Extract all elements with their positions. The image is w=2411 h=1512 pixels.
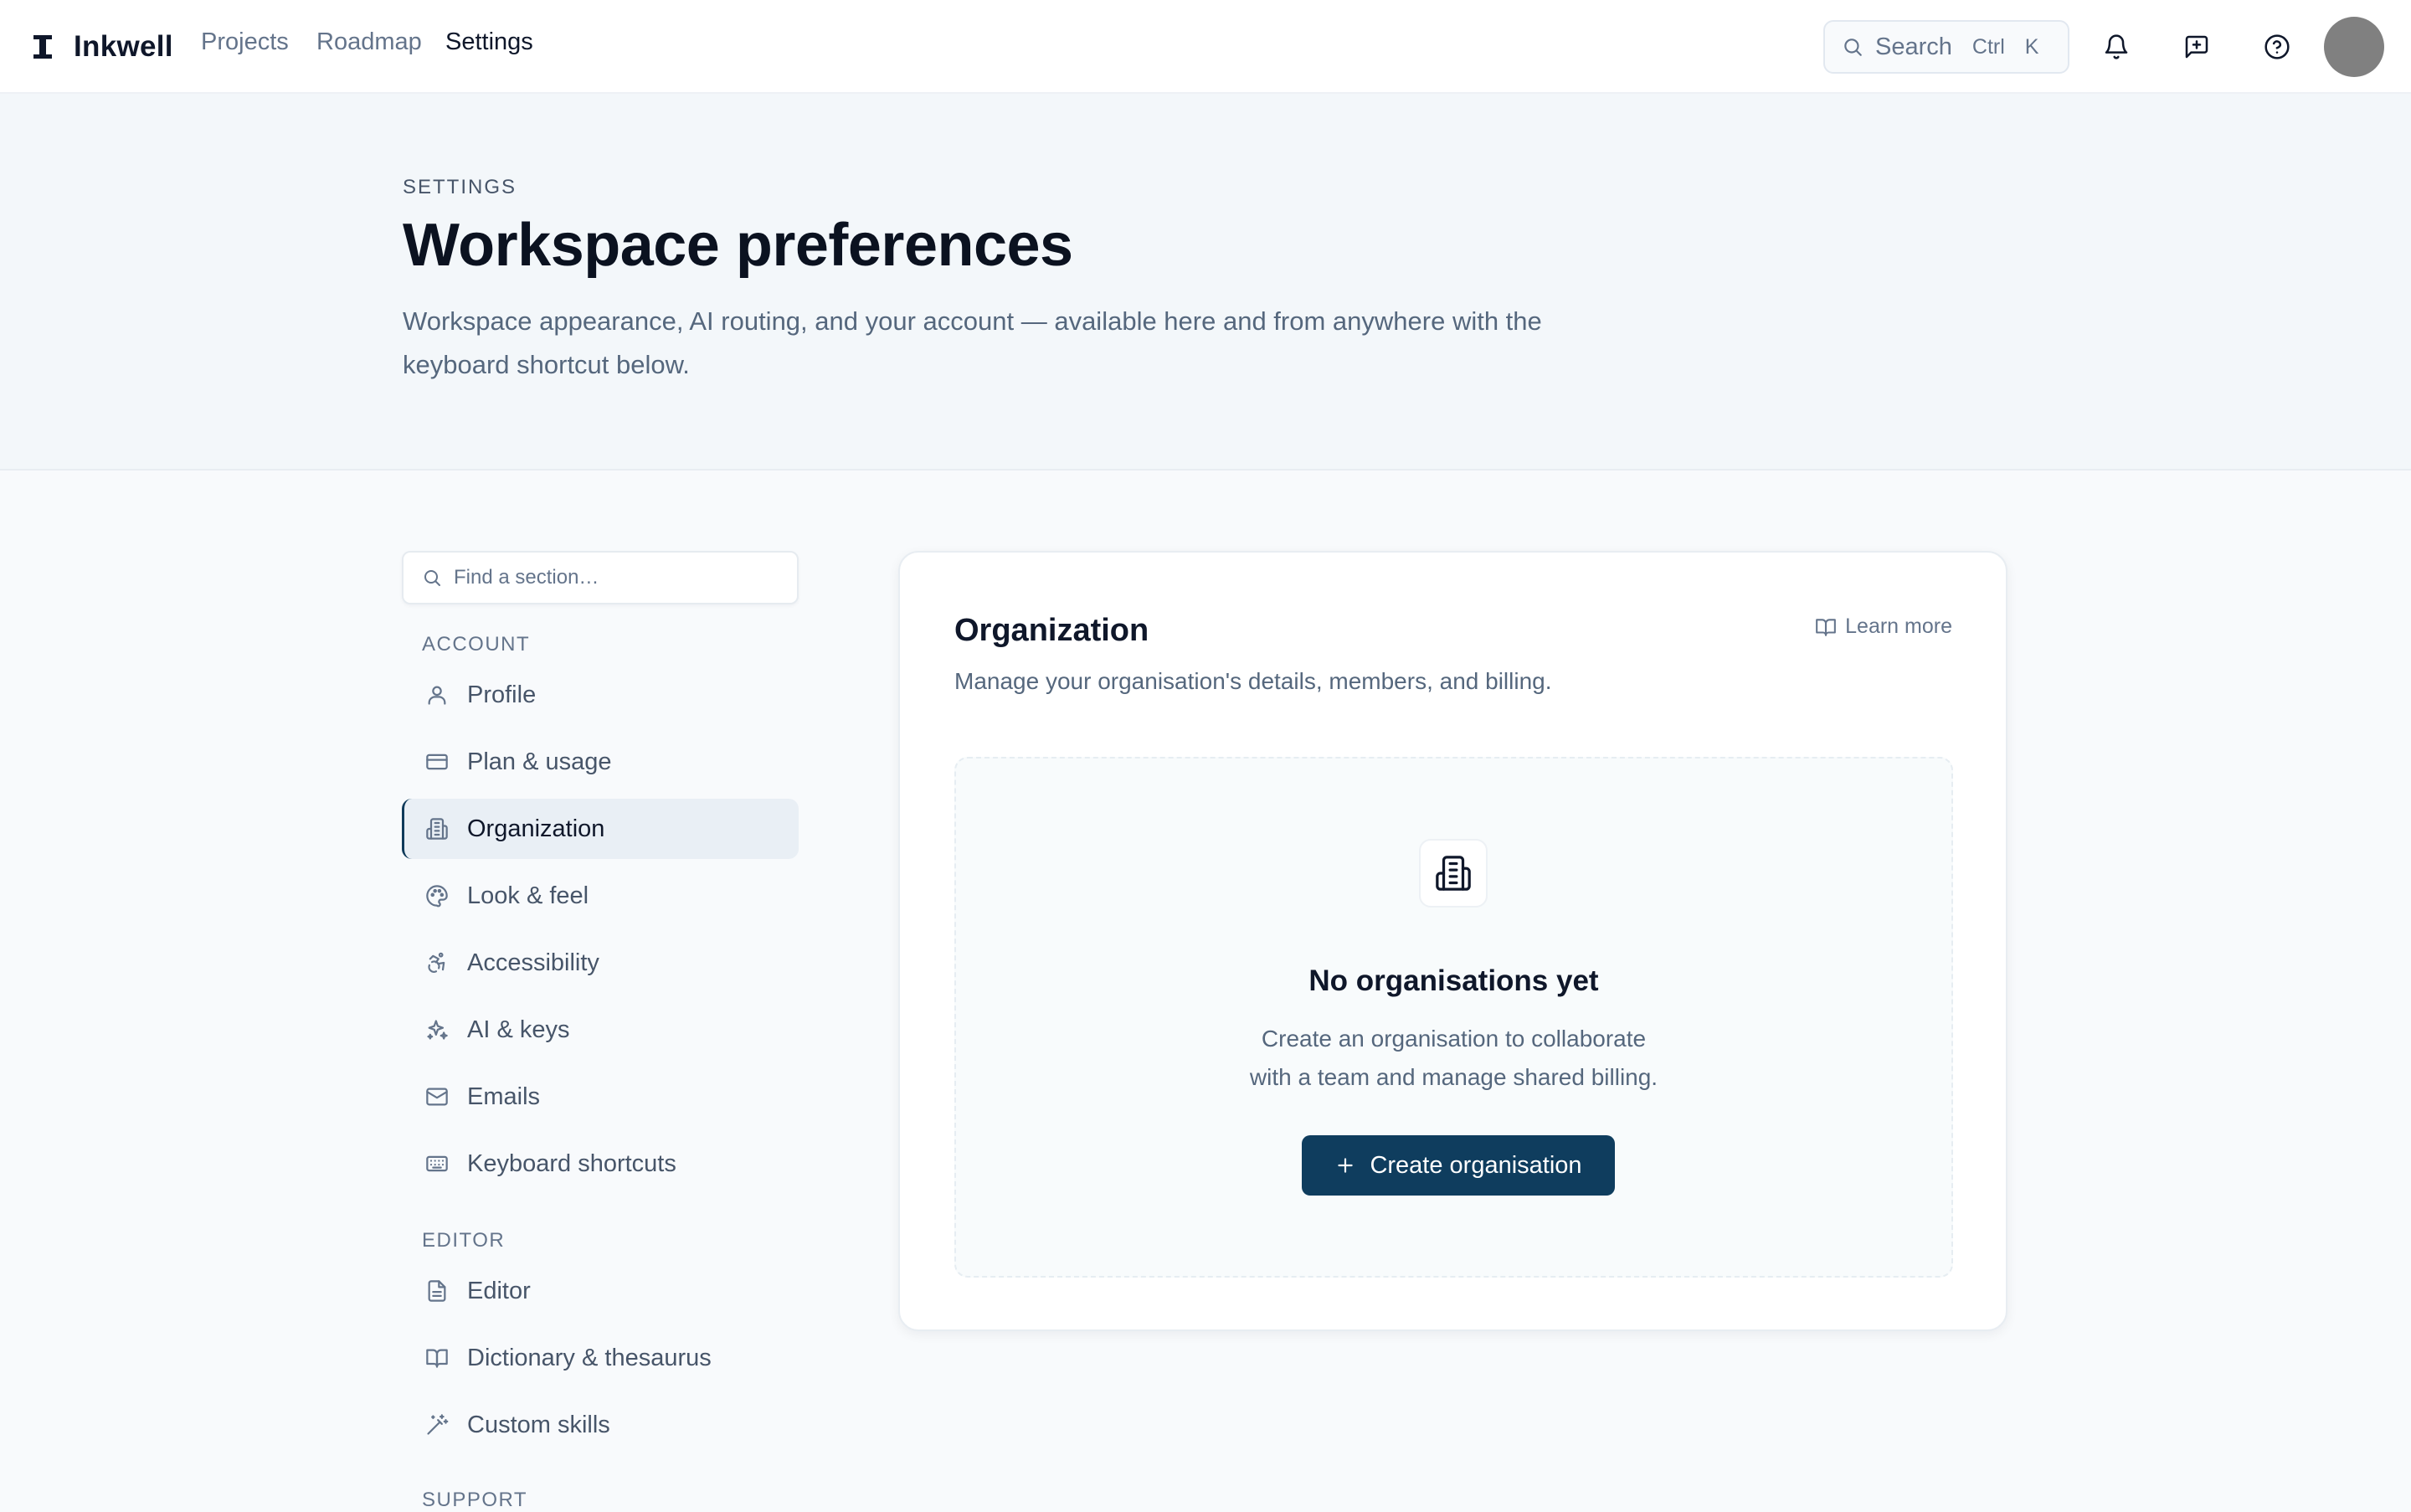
sidebar-item-editor[interactable]: Editor (402, 1261, 799, 1321)
sidebar-item-label: AI & keys (467, 1016, 570, 1043)
credit-card-icon (426, 753, 448, 770)
empty-state-title: No organisations yet (1308, 964, 1599, 997)
learn-more-link[interactable]: Learn more (1815, 615, 1952, 639)
keyboard-icon (426, 1155, 448, 1172)
empty-state-line-1: Create an organisation to collaborate (1261, 1026, 1647, 1052)
search-icon (424, 570, 440, 586)
create-organisation-button[interactable]: Create organisation (1302, 1135, 1615, 1196)
empty-state: No organisations yet Create an organisat… (954, 757, 1953, 1278)
shortcut-modifier: Ctrl (1971, 34, 2005, 59)
group-label-support: SUPPORT (422, 1489, 528, 1511)
section-search-input[interactable] (454, 566, 772, 589)
learn-more-label: Learn more (1845, 615, 1952, 638)
nav-settings[interactable]: Settings (445, 28, 533, 56)
sidebar-item-label: Editor (467, 1277, 531, 1304)
app-name: Inkwell (74, 30, 173, 63)
top-bar: Inkwell Projects Roadmap Settings Search… (0, 0, 2411, 94)
sidebar-item-plan-usage[interactable]: Plan & usage (402, 732, 799, 792)
shortcut-key: K (2024, 34, 2039, 59)
global-search-button[interactable]: Search Ctrl K (1823, 20, 2069, 74)
sidebar-item-label: Look & feel (467, 882, 589, 909)
sidebar-item-organization[interactable]: Organization (402, 799, 799, 859)
search-label: Search (1875, 33, 1952, 60)
feedback-button[interactable] (2177, 27, 2217, 67)
page-title: Workspace preferences (403, 212, 1073, 279)
panel-title: Organization (954, 613, 1149, 648)
book-open-icon (1816, 618, 1837, 636)
avatar[interactable] (2324, 17, 2384, 77)
building-icon (426, 818, 448, 840)
sidebar-item-label: Plan & usage (467, 748, 612, 775)
section-search[interactable] (402, 551, 799, 604)
sidebar-item-emails[interactable]: Emails (402, 1067, 799, 1127)
plus-icon (1338, 1158, 1354, 1173)
sidebar-item-look-feel[interactable]: Look & feel (402, 866, 799, 926)
group-label-editor: EDITOR (422, 1229, 506, 1252)
nav-roadmap[interactable]: Roadmap (316, 28, 422, 56)
sidebar-item-label: Custom skills (467, 1411, 610, 1438)
help-icon (2264, 34, 2290, 59)
panel-description: Manage your organisation's details, memb… (954, 668, 1552, 694)
help-button[interactable] (2257, 27, 2297, 67)
document-icon (428, 1280, 446, 1302)
user-icon (428, 686, 446, 705)
sidebar-item-label: Emails (467, 1083, 541, 1110)
sidebar-item-label: Accessibility (467, 949, 599, 976)
page-eyebrow: SETTINGS (403, 176, 517, 198)
sidebar-item-ai-keys[interactable]: AI & keys (402, 1000, 799, 1060)
sidebar-item-accessibility[interactable]: Accessibility (402, 933, 799, 993)
empty-state-line-2: with a team and manage shared billing. (1249, 1064, 1658, 1090)
create-organisation-label: Create organisation (1370, 1151, 1582, 1179)
notifications-button[interactable] (2096, 27, 2136, 67)
sidebar-item-label: Keyboard shortcuts (467, 1149, 676, 1177)
building-icon (1436, 856, 1471, 891)
palette-icon (426, 885, 448, 908)
empty-state-icon-box (1419, 839, 1488, 908)
sidebar-item-custom-skills[interactable]: Custom skills (402, 1395, 799, 1455)
sidebar-item-label: Profile (467, 681, 537, 708)
brand[interactable]: Inkwell (33, 27, 173, 67)
sidebar-item-label: Dictionary & thesaurus (467, 1344, 712, 1371)
sidebar-item-label: Organization (467, 815, 605, 842)
accessibility-icon (428, 952, 445, 973)
bell-icon (2105, 34, 2128, 59)
mail-icon (426, 1088, 448, 1106)
organization-panel: Organization Learn more Manage your orga… (898, 551, 2007, 1331)
sparkles-icon (427, 1020, 448, 1040)
page-subtitle: Workspace appearance, AI routing, and yo… (403, 306, 1542, 379)
page-header: SETTINGS Workspace preferences Workspace… (0, 94, 2411, 471)
sidebar-item-dictionary-thesaurus[interactable]: Dictionary & thesaurus (402, 1328, 799, 1388)
sidebar-item-keyboard-shortcuts[interactable]: Keyboard shortcuts (402, 1134, 799, 1194)
inkwell-logo-icon (33, 35, 52, 59)
magic-wand-icon (427, 1414, 449, 1435)
search-icon (1844, 39, 1862, 56)
group-label-account: ACCOUNT (422, 633, 531, 656)
sidebar-item-profile[interactable]: Profile (402, 665, 799, 725)
feedback-icon (2185, 35, 2208, 59)
nav-projects[interactable]: Projects (201, 28, 289, 56)
book-icon (426, 1349, 448, 1368)
empty-state-description: Create an organisation to collaborate wi… (956, 1020, 1951, 1097)
